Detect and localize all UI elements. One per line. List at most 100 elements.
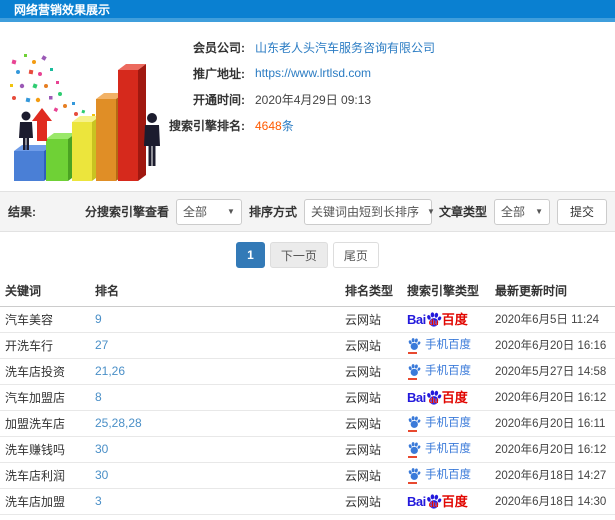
rank-count-label: 搜索引擎排名: (169, 118, 245, 133)
rank-type-cell: 云网站 (340, 462, 402, 489)
article-type-select-value: 全部 (500, 205, 525, 219)
keyword-cell: 汽车美容 (0, 306, 90, 333)
rank-link[interactable]: 27 (95, 338, 108, 352)
keyword-cell: 洗车店利润 (0, 462, 90, 489)
chevron-down-icon: ▼ (426, 207, 435, 216)
mobile-baidu-underline (408, 377, 417, 380)
keyword-cell: 洗车店加盟 (0, 488, 90, 515)
sort-select-value: 关键词由短到长排序 (310, 205, 419, 219)
keyword-rank-table: 关键词 排名 排名类型 搜索引擎类型 最新更新时间 汽车美容 9 云网站 Bai… (0, 276, 615, 515)
rank-type-cell: 云网站 (340, 436, 402, 463)
page-1-button[interactable]: 1 (236, 242, 265, 268)
rank-link[interactable]: 30 (95, 468, 108, 482)
baidu-logo-bai: Bai (407, 390, 426, 405)
promotion-url-link[interactable]: https://www.lrtlsd.com (255, 66, 371, 80)
baidu-logo-cn: 百度 (441, 312, 468, 327)
header-keyword: 关键词 (0, 276, 90, 307)
baidu-logo: Bai du 百度 (407, 311, 468, 327)
updated-cell: 2020年6月20日 16:16 (490, 332, 615, 359)
updated-cell: 2020年6月20日 16:12 (490, 436, 615, 463)
pagination: 1 下一页 尾页 (0, 242, 615, 268)
header-engine-type: 搜索引擎类型 (402, 276, 490, 307)
rank-link[interactable]: 9 (95, 312, 102, 326)
engine-type-cell: 手机百度 (402, 410, 490, 437)
rank-type-cell: 云网站 (340, 488, 402, 515)
rank-count-unit: 条 (281, 118, 294, 133)
mobile-baidu-logo: 手机百度 (407, 440, 471, 458)
rank-link[interactable]: 8 (95, 390, 102, 404)
bars (14, 64, 146, 181)
baidu-logo-bai: Bai (407, 494, 426, 509)
baidu-logo-bai: Bai (407, 312, 426, 327)
engine-type-cell: Bai du 百度 (402, 306, 490, 333)
info-row-company: 会员公司: 山东老人头汽车服务咨询有限公司 (163, 34, 615, 60)
sort-select[interactable]: 关键词由短到长排序 ▼ (303, 198, 435, 225)
baidu-logo: Bai du 百度 (407, 389, 468, 405)
mobile-baidu-logo: 手机百度 (407, 414, 471, 432)
table-row: 开洗车行 27 云网站 手机百度 2020年6月20日 16:16 (0, 332, 615, 359)
rank-type-cell: 云网站 (340, 358, 402, 385)
engine-select[interactable]: 全部 ▼ (175, 198, 242, 225)
baidu-paw-icon (408, 363, 421, 376)
header-rank-type: 排名类型 (340, 276, 402, 307)
table-row: 洗车店利润 30 云网站 手机百度 2020年6月18日 14:27 (0, 462, 615, 489)
engine-type-cell: Bai du 百度 (402, 488, 490, 515)
baidu-paw-icon (408, 337, 421, 350)
rank-link[interactable]: 3 (95, 494, 102, 508)
mobile-baidu-logo: 手机百度 (407, 362, 471, 380)
table-header-row: 关键词 排名 排名类型 搜索引擎类型 最新更新时间 (0, 276, 615, 307)
filter-controls: 分搜索引擎查看 全部 ▼ 排序方式 关键词由短到长排序 ▼ 文章类型 全部 ▼ … (84, 198, 607, 225)
mobile-baidu-underline (408, 351, 417, 354)
table-row: 洗车赚钱吗 30 云网站 手机百度 2020年6月20日 16:12 (0, 436, 615, 463)
updated-cell: 2020年6月5日 11:24 (490, 306, 615, 333)
engine-type-cell: 手机百度 (402, 436, 490, 463)
baidu-logo-cn: 百度 (441, 390, 468, 405)
info-row-url: 推广地址: https://www.lrtlsd.com (163, 60, 615, 86)
table-row: 汽车美容 9 云网站 Bai du 百度 2020年6月5日 11:24 (0, 306, 615, 333)
rank-link[interactable]: 25,28,28 (95, 416, 142, 430)
chevron-down-icon: ▼ (535, 207, 543, 216)
rank-type-cell: 云网站 (340, 384, 402, 411)
table-row: 汽车加盟店 8 云网站 Bai du 百度 2020年6月20日 16:12 (0, 384, 615, 411)
rank-count-value: 4648条 (255, 117, 294, 134)
mobile-baidu-label: 手机百度 (425, 365, 471, 378)
article-type-select[interactable]: 全部 ▼ (493, 198, 550, 225)
mobile-baidu-label: 手机百度 (425, 417, 471, 430)
keyword-cell: 开洗车行 (0, 332, 90, 359)
info-row-rank-count: 搜索引擎排名: 4648条 (163, 112, 615, 138)
rank-link[interactable]: 30 (95, 442, 108, 456)
baidu-logo-du: du (428, 500, 439, 509)
member-info: 会员公司: 山东老人头汽车服务咨询有限公司 推广地址: https://www.… (163, 22, 615, 138)
engine-type-cell: 手机百度 (402, 462, 490, 489)
open-time-label: 开通时间: (193, 92, 245, 107)
engine-type-cell: 手机百度 (402, 332, 490, 359)
submit-button[interactable]: 提交 (556, 198, 607, 225)
mobile-baidu-underline (408, 481, 417, 484)
keyword-cell: 汽车加盟店 (0, 384, 90, 411)
baidu-logo-du: du (428, 396, 439, 405)
info-row-open-time: 开通时间: 2020年4月29日 09:13 (163, 86, 615, 112)
mobile-baidu-label: 手机百度 (425, 469, 471, 482)
mobile-baidu-underline (408, 429, 417, 432)
next-page-button[interactable]: 下一页 (269, 242, 328, 268)
table-row: 洗车店加盟 3 云网站 Bai du 百度 2020年6月18日 14:30 (0, 488, 615, 515)
mobile-baidu-underline (408, 455, 417, 458)
app-header: 网络营销效果展示 (0, 0, 615, 22)
keyword-cell: 加盟洗车店 (0, 410, 90, 437)
rank-link[interactable]: 21,26 (95, 364, 125, 378)
engine-type-cell: 手机百度 (402, 358, 490, 385)
baidu-logo-cn: 百度 (441, 494, 468, 509)
keyword-cell: 洗车赚钱吗 (0, 436, 90, 463)
header-rank: 排名 (90, 276, 340, 307)
rank-type-cell: 云网站 (340, 332, 402, 359)
page-title: 网络营销效果展示 (14, 2, 111, 17)
mobile-baidu-label: 手机百度 (425, 443, 471, 456)
mobile-baidu-logo: 手机百度 (407, 336, 471, 354)
last-page-button[interactable]: 尾页 (332, 242, 379, 268)
company-link[interactable]: 山东老人头汽车服务咨询有限公司 (255, 39, 435, 56)
company-label: 会员公司: (193, 40, 245, 55)
chevron-down-icon: ▼ (227, 207, 235, 216)
info-section: 会员公司: 山东老人头汽车服务咨询有限公司 推广地址: https://www.… (0, 22, 615, 191)
engine-filter-label: 分搜索引擎查看 (84, 205, 169, 219)
bar-chart-illustration (10, 54, 160, 181)
